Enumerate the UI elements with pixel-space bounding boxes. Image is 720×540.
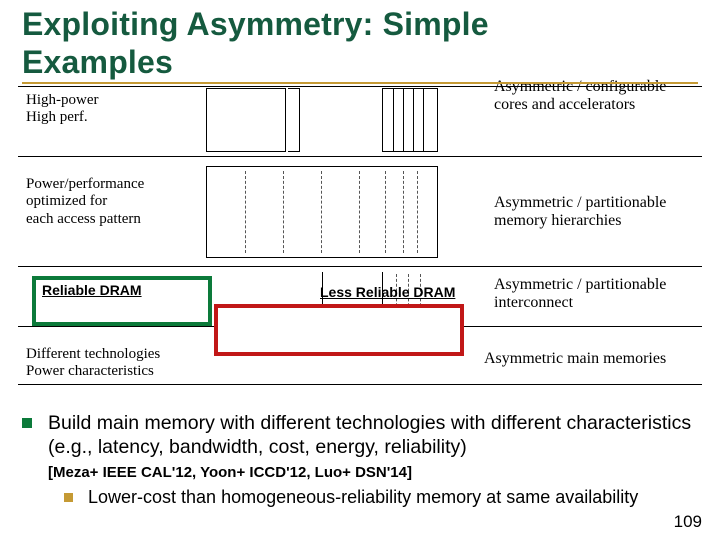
sub-bullet: Lower-cost than homogeneous-reliability … bbox=[64, 487, 712, 508]
right-label-interconnect: Asymmetric / partitionable interconnect bbox=[494, 276, 694, 313]
left-label-cores: High-power High perf. bbox=[26, 92, 98, 127]
bullet-square-icon bbox=[22, 418, 32, 428]
less-reliable-dram-box bbox=[214, 304, 464, 356]
row-bottom-border bbox=[18, 384, 702, 385]
sub-bullet-square-icon bbox=[64, 493, 73, 502]
right-label-mem: Asymmetric / partitionable memory hierar… bbox=[494, 194, 694, 231]
slide-title-line2: Examples bbox=[22, 44, 173, 80]
slide-title-line1: Exploiting Asymmetry: Simple bbox=[22, 6, 489, 42]
left-label-mainmem: Different technologies Power characteris… bbox=[26, 346, 160, 381]
title-underline bbox=[22, 82, 698, 84]
right-label-mainmem: Asymmetric main memories bbox=[484, 350, 694, 368]
row1-many-cores bbox=[382, 88, 438, 152]
row2-partitioned-cache bbox=[206, 166, 438, 258]
diagram-grid: High-power High perf. Power/performance … bbox=[18, 86, 702, 398]
main-bullet: Build main memory with different technol… bbox=[22, 412, 712, 460]
less-reliable-dram-label: Less Reliable DRAM bbox=[320, 284, 455, 300]
citation-line: [Meza+ IEEE CAL'12, Yoon+ ICCD'12, Luo+ … bbox=[48, 464, 712, 481]
main-bullet-text: Build main memory with different technol… bbox=[48, 412, 691, 458]
body-text: Build main memory with different technol… bbox=[22, 412, 712, 508]
slide-number: 109 bbox=[674, 512, 702, 532]
left-label-mem: Power/performance optimized for each acc… bbox=[26, 176, 144, 228]
row1-big-core bbox=[206, 88, 286, 152]
reliable-dram-label: Reliable DRAM bbox=[42, 282, 142, 298]
sub-bullet-text: Lower-cost than homogeneous-reliability … bbox=[88, 487, 638, 507]
slide-title: Exploiting Asymmetry: Simple Examples bbox=[22, 6, 489, 82]
row1-slim-core bbox=[288, 88, 300, 152]
